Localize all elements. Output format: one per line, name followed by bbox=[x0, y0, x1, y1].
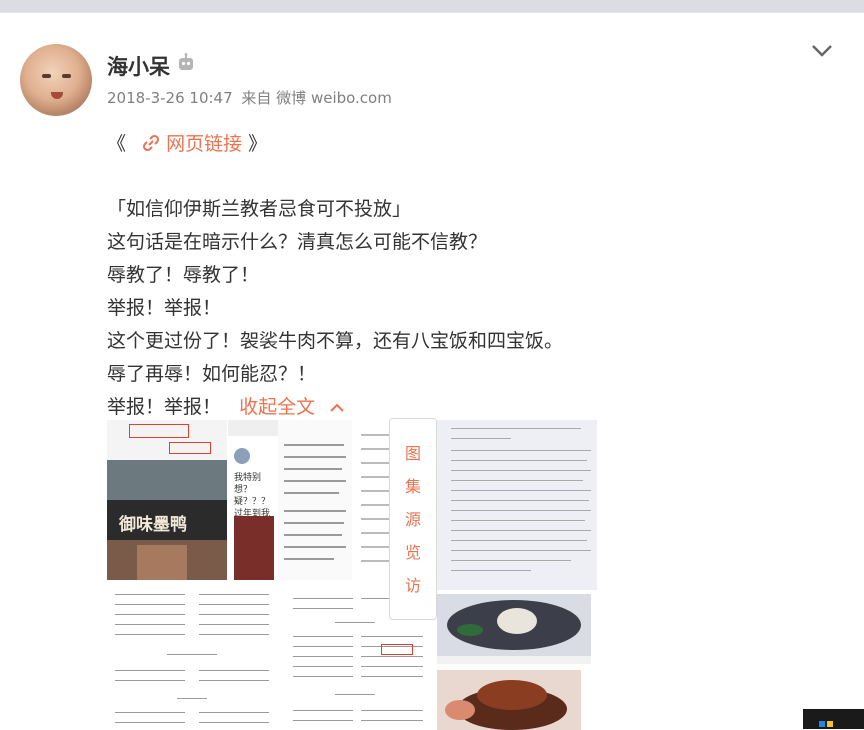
image-index-page[interactable] bbox=[107, 584, 282, 730]
source-char-5: 访 bbox=[404, 576, 421, 595]
source-char-2: 集 bbox=[404, 477, 421, 496]
post-timestamp[interactable]: 2018-3-26 10:47 bbox=[107, 89, 233, 107]
windows-corner-icon bbox=[803, 709, 864, 729]
image-social-screenshot[interactable]: 我特别想？ 疑？？？ 过年到我们 bbox=[228, 420, 352, 580]
web-link[interactable]: 网页链接 bbox=[142, 133, 248, 155]
image-gallery: 御味墨鸭 我特别想？ 疑？？？ 过年到我们 bbox=[107, 420, 597, 730]
post-line-4: 举报！举报！ bbox=[107, 297, 222, 319]
post-line-3: 辱教了！辱教了！ bbox=[107, 264, 260, 286]
post-line-6: 辱了再辱！如何能忍？！ bbox=[107, 363, 317, 385]
post-line-2: 这句话是在暗示什么？清真怎么可能不信教？ bbox=[107, 231, 488, 253]
weibo-post-card: 海小呆 2018-3-26 10:47 来自 微博 weibo.com 《 网页… bbox=[0, 12, 864, 730]
username[interactable]: 海小呆 bbox=[107, 51, 170, 81]
image-dish-photo[interactable] bbox=[437, 594, 591, 664]
image-source-panel[interactable]: 图 集 源 览 访 bbox=[389, 418, 437, 620]
robot-badge-icon bbox=[179, 53, 193, 70]
post-source[interactable]: 来自 微博 weibo.com bbox=[241, 89, 391, 107]
shop-sign-text: 御味墨鸭 bbox=[119, 515, 187, 535]
link-icon bbox=[143, 134, 160, 152]
post-line-1: 「如信仰伊斯兰教者忌食可不投放」 bbox=[107, 198, 412, 220]
post-meta: 2018-3-26 10:47 来自 微博 weibo.com bbox=[107, 87, 392, 108]
post-line-7: 举报！举报！ 收起全文 bbox=[107, 392, 345, 419]
link-line: 《 网页链接 》 bbox=[107, 133, 268, 155]
collapse-button[interactable]: 收起全文 bbox=[239, 396, 345, 418]
web-link-label[interactable]: 网页链接 bbox=[166, 133, 242, 155]
source-char-1: 图 bbox=[404, 444, 421, 463]
post-line-5: 这个更过份了！袈裟牛肉不算，还有八宝饭和四宝饭。 bbox=[107, 330, 564, 352]
source-char-4: 览 bbox=[404, 543, 421, 562]
image-shop-photo[interactable]: 御味墨鸭 bbox=[107, 420, 227, 580]
user-avatar[interactable] bbox=[20, 44, 92, 116]
image-dessert-photo[interactable] bbox=[437, 670, 581, 730]
chevron-down-icon[interactable] bbox=[810, 43, 834, 59]
chevron-up-icon bbox=[330, 403, 344, 412]
source-char-3: 源 bbox=[404, 510, 421, 529]
image-recipe-text[interactable] bbox=[437, 420, 597, 590]
